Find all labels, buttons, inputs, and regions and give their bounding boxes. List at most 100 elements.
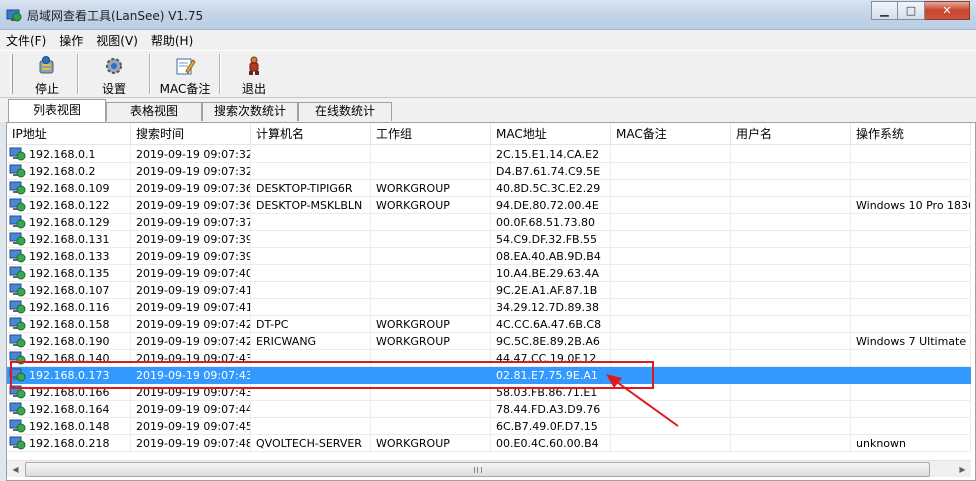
computer-globe-icon bbox=[9, 147, 26, 160]
ip-text: 192.168.0.129 bbox=[29, 215, 110, 229]
toolbar: 停止 设置 MAC备注 退出 bbox=[0, 50, 976, 98]
table-row[interactable]: 192.168.0.116 2019-09-19 09:07:41 34.29.12… bbox=[7, 299, 971, 316]
column-header-mac-note[interactable]: MAC备注 bbox=[611, 123, 731, 145]
table-row[interactable]: 192.168.0.158 2019-09-19 09:07:42 DT-PC WOR… bbox=[7, 316, 971, 333]
table-row[interactable]: 192.168.0.1 2019-09-19 09:07:32 2C.15.E1.1… bbox=[7, 146, 971, 163]
cell-mac: 00.0F.68.51.73.80 bbox=[491, 214, 611, 231]
cell-ip: 192.168.0.2 bbox=[7, 163, 131, 180]
column-header-ip[interactable]: IP地址 bbox=[7, 123, 131, 145]
cell-os bbox=[851, 282, 971, 299]
window-controls: ▁ □ ✕ bbox=[871, 1, 970, 21]
cell-username bbox=[731, 418, 851, 435]
host-list-view[interactable]: IP地址 搜索时间 计算机名 工作组 MAC地址 MAC备注 用户名 操作系统 … bbox=[6, 122, 976, 481]
table-row[interactable]: 192.168.0.135 2019-09-19 09:07:40 10.A4.BE… bbox=[7, 265, 971, 282]
ip-text: 192.168.0.1 bbox=[29, 147, 96, 161]
table-row[interactable]: 192.168.0.164 2019-09-19 09:07:44 78.44.FD… bbox=[7, 401, 971, 418]
column-header-workgroup[interactable]: 工作组 bbox=[371, 123, 491, 145]
exit-button[interactable]: 退出 bbox=[221, 51, 287, 97]
cell-os bbox=[851, 265, 971, 282]
scroll-right-icon[interactable]: ▶ bbox=[954, 461, 971, 478]
cell-workgroup bbox=[371, 146, 491, 163]
tab-search-count[interactable]: 搜索次数统计 bbox=[202, 102, 298, 121]
menu-file[interactable]: 文件(F) bbox=[6, 32, 46, 49]
cell-os: Windows 10 Pro 18362 bbox=[851, 197, 971, 214]
cell-search-time: 2019-09-19 09:07:36 bbox=[131, 180, 251, 197]
cell-mac-note bbox=[611, 333, 731, 350]
menu-operation[interactable]: 操作 bbox=[59, 32, 83, 49]
cell-mac: 94.DE.80.72.00.4E bbox=[491, 197, 611, 214]
cell-username bbox=[731, 197, 851, 214]
cell-username bbox=[731, 248, 851, 265]
table-row[interactable]: 192.168.0.133 2019-09-19 09:07:39 08.EA.40… bbox=[7, 248, 971, 265]
cell-computer-name: QVOLTECH-SERVER bbox=[251, 435, 371, 452]
column-header-mac[interactable]: MAC地址 bbox=[491, 123, 611, 145]
cell-computer-name bbox=[251, 146, 371, 163]
cell-username bbox=[731, 299, 851, 316]
cell-search-time: 2019-09-19 09:07:41 bbox=[131, 282, 251, 299]
cell-username bbox=[731, 214, 851, 231]
tab-table-view[interactable]: 表格视图 bbox=[106, 102, 202, 121]
settings-gear-icon bbox=[106, 58, 122, 74]
toolbar-grip[interactable] bbox=[10, 54, 13, 94]
table-row[interactable]: 192.168.0.2 2019-09-19 09:07:32 D4.B7.61.7… bbox=[7, 163, 971, 180]
title-bar[interactable]: 局域网查看工具(LanSee) V1.75 ▁ □ ✕ bbox=[0, 0, 976, 30]
settings-button[interactable]: 设置 bbox=[79, 51, 149, 97]
scroll-left-icon[interactable]: ◀ bbox=[7, 461, 24, 478]
stop-icon bbox=[39, 56, 54, 74]
computer-globe-icon bbox=[9, 266, 26, 279]
cell-username bbox=[731, 401, 851, 418]
table-row[interactable]: 192.168.0.131 2019-09-19 09:07:39 54.C9.DF… bbox=[7, 231, 971, 248]
cell-workgroup bbox=[371, 214, 491, 231]
menu-view[interactable]: 视图(V) bbox=[96, 32, 138, 49]
computer-globe-icon bbox=[9, 300, 26, 313]
cell-os bbox=[851, 401, 971, 418]
column-header-search-time[interactable]: 搜索时间 bbox=[131, 123, 251, 145]
horizontal-scrollbar[interactable]: ◀ ▶ bbox=[7, 460, 971, 477]
cell-os bbox=[851, 367, 971, 384]
cell-search-time: 2019-09-19 09:07:44 bbox=[131, 401, 251, 418]
cell-workgroup: WORKGROUP bbox=[371, 316, 491, 333]
computer-globe-icon bbox=[9, 436, 26, 449]
column-header-computer-name[interactable]: 计算机名 bbox=[251, 123, 371, 145]
ip-text: 192.168.0.148 bbox=[29, 419, 110, 433]
column-header-username[interactable]: 用户名 bbox=[731, 123, 851, 145]
ip-text: 192.168.0.2 bbox=[29, 164, 96, 178]
column-header-os[interactable]: 操作系统 bbox=[851, 123, 971, 145]
cell-ip: 192.168.0.218 bbox=[7, 435, 131, 452]
cell-username bbox=[731, 180, 851, 197]
scrollbar-thumb[interactable] bbox=[25, 462, 930, 477]
tab-online-count[interactable]: 在线数统计 bbox=[298, 102, 392, 121]
table-row[interactable]: 192.168.0.218 2019-09-19 09:07:48 QVOLTECH… bbox=[7, 435, 971, 452]
table-row[interactable]: 192.168.0.122 2019-09-19 09:07:36 DESKTOP-… bbox=[7, 197, 971, 214]
table-row[interactable]: 192.168.0.109 2019-09-19 09:07:36 DESKTOP-… bbox=[7, 180, 971, 197]
mac-note-button[interactable]: MAC备注 bbox=[151, 51, 219, 97]
cell-workgroup bbox=[371, 163, 491, 180]
exit-icon bbox=[249, 56, 259, 75]
tab-list-view[interactable]: 列表视图 bbox=[8, 99, 106, 122]
table-row[interactable]: 192.168.0.129 2019-09-19 09:07:37 00.0F.68… bbox=[7, 214, 971, 231]
table-row[interactable]: 192.168.0.190 2019-09-19 09:07:42 ERICWANG… bbox=[7, 333, 971, 350]
cell-ip: 192.168.0.109 bbox=[7, 180, 131, 197]
cell-workgroup: WORKGROUP bbox=[371, 197, 491, 214]
cell-mac-note bbox=[611, 197, 731, 214]
cell-workgroup bbox=[371, 418, 491, 435]
computer-globe-icon bbox=[9, 232, 26, 245]
cell-mac-note bbox=[611, 299, 731, 316]
cell-computer-name bbox=[251, 163, 371, 180]
menu-help[interactable]: 帮助(H) bbox=[151, 32, 193, 49]
close-button[interactable]: ✕ bbox=[925, 1, 970, 20]
cell-computer-name bbox=[251, 248, 371, 265]
minimize-button[interactable]: ▁ bbox=[871, 1, 898, 20]
cell-mac-note bbox=[611, 316, 731, 333]
cell-os: unknown bbox=[851, 435, 971, 452]
cell-computer-name: ERICWANG bbox=[251, 333, 371, 350]
cell-search-time: 2019-09-19 09:07:32 bbox=[131, 146, 251, 163]
cell-computer-name: DESKTOP-TIPIG6R bbox=[251, 180, 371, 197]
cell-workgroup bbox=[371, 265, 491, 282]
stop-button[interactable]: 停止 bbox=[17, 51, 77, 97]
maximize-button[interactable]: □ bbox=[898, 1, 925, 20]
table-row[interactable]: 192.168.0.107 2019-09-19 09:07:41 9C.2E.A1… bbox=[7, 282, 971, 299]
cell-mac-note bbox=[611, 163, 731, 180]
cell-mac: 54.C9.DF.32.FB.55 bbox=[491, 231, 611, 248]
table-row[interactable]: 192.168.0.148 2019-09-19 09:07:45 6C.B7.49… bbox=[7, 418, 971, 435]
